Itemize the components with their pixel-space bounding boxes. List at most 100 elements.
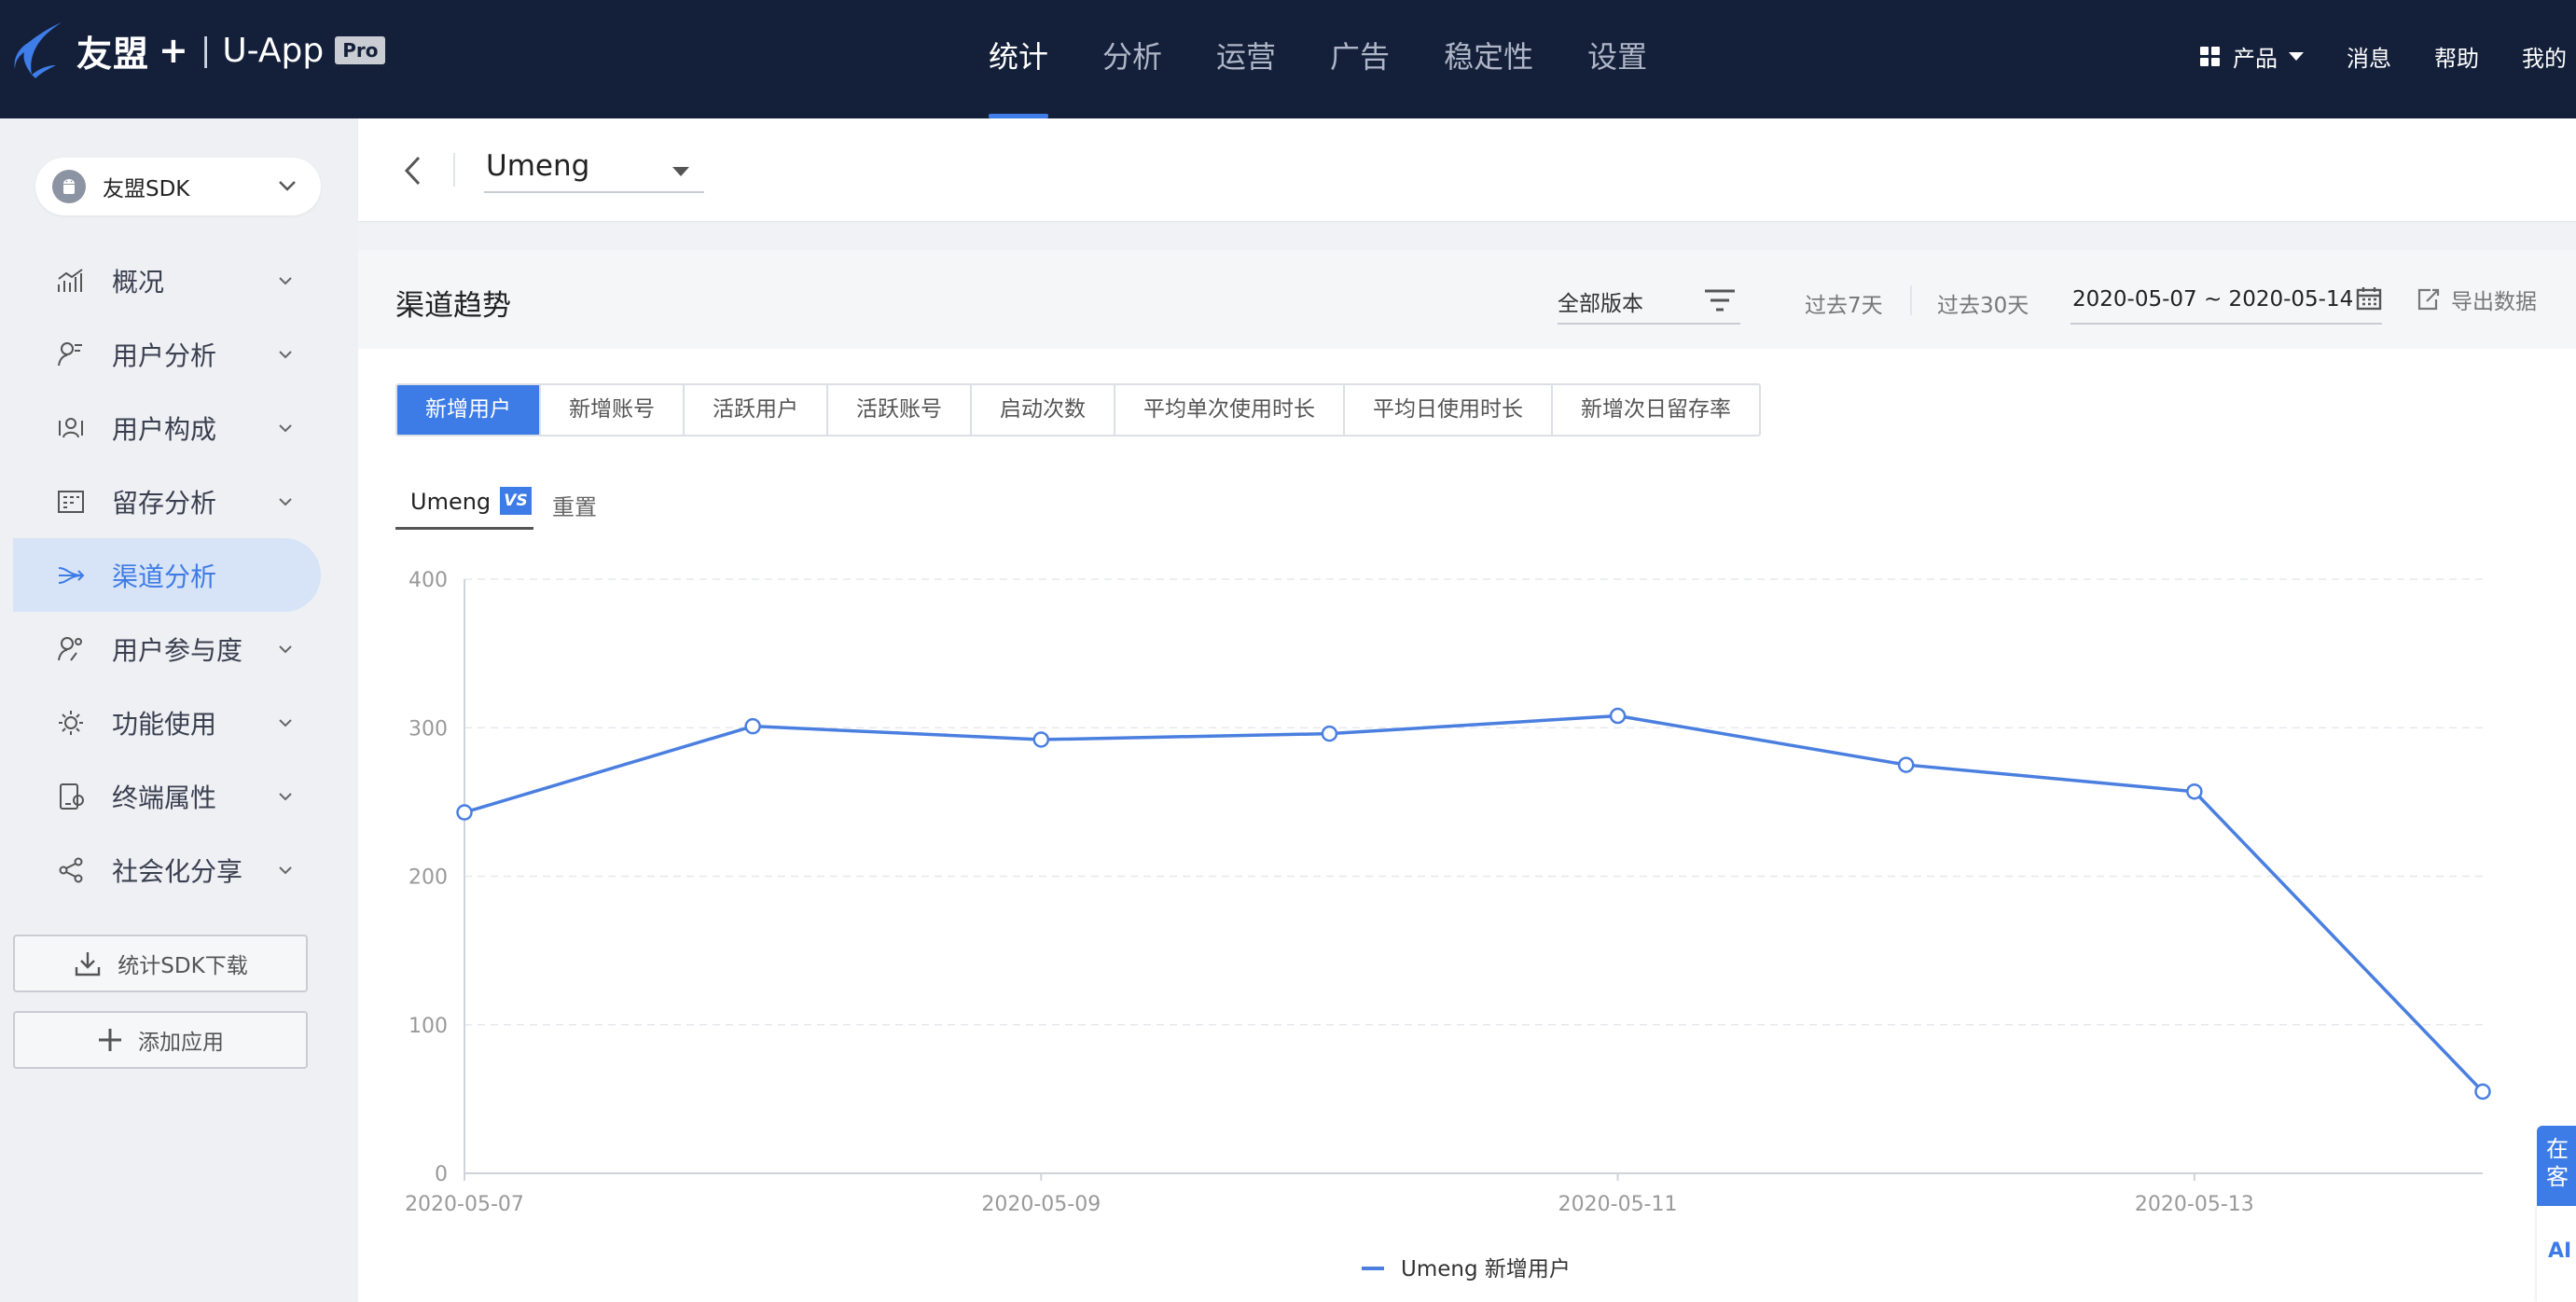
user-composition-icon: [59, 417, 83, 437]
calendar-icon: [2356, 287, 2382, 311]
chevron-down-icon: [279, 424, 292, 433]
divider: [453, 153, 455, 187]
sidebar-item-feature-usage[interactable]: 功能使用: [13, 686, 321, 759]
sidebar-item-user-composition[interactable]: 用户构成: [13, 391, 321, 464]
chevron-down-icon: [279, 498, 292, 506]
sidebar-item-social-share[interactable]: 社会化分享: [13, 833, 321, 907]
data-point: [1897, 756, 1915, 773]
tab-new-users[interactable]: 新增用户: [397, 385, 541, 435]
export-label: 导出数据: [2451, 290, 2537, 314]
compare-channel-label: Umeng: [410, 489, 492, 515]
sidebar-item-user-analysis[interactable]: 用户分析: [13, 317, 321, 391]
sidebar-item-label: 用户分析: [112, 339, 217, 371]
x-tick-label: 2020-05-11: [1558, 1193, 1678, 1216]
logo[interactable]: 友盟 + | U-App Pro: [13, 21, 386, 80]
tab-avg-daily-duration[interactable]: 平均日使用时长: [1345, 385, 1553, 435]
sidebar-item-device-attributes[interactable]: 终端属性: [13, 759, 321, 833]
channel-trend-panel: 渠道趋势 全部版本 过去7天 过去30天 2020-05-07 ~ 2020-0…: [358, 250, 2576, 1302]
mine-link[interactable]: 我的: [2522, 40, 2567, 73]
plus-icon: [99, 1029, 121, 1051]
messages-link[interactable]: 消息: [2347, 40, 2391, 73]
chevron-down-icon: [279, 645, 292, 654]
channel-select[interactable]: Umeng: [484, 146, 704, 193]
channel-header: Umeng: [358, 118, 2576, 221]
sidebar-item-label: 渠道分析: [112, 561, 217, 592]
chevron-down-icon: [279, 351, 292, 359]
nav-settings[interactable]: 设置: [1587, 0, 1647, 118]
nav-statistics[interactable]: 统计: [989, 0, 1049, 118]
series-line: [464, 713, 2485, 1093]
filter-icon: [1705, 289, 1735, 312]
sidebar-item-overview[interactable]: 概况: [13, 243, 321, 317]
tab-active-users[interactable]: 活跃用户: [685, 385, 828, 435]
tab-launches[interactable]: 启动次数: [972, 385, 1115, 435]
channel-icon: [58, 566, 85, 584]
sidebar-item-label: 社会化分享: [112, 855, 243, 887]
trend-icon: [58, 268, 83, 292]
sdk-download-button[interactable]: 统计SDK下载: [13, 935, 308, 992]
last-7-days-link[interactable]: 过去7天: [1805, 287, 1883, 319]
main-nav: 统计 分析 运营 广告 稳定性 设置: [989, 0, 1701, 118]
add-app-label: 添加应用: [138, 1031, 224, 1055]
tab-avg-session-duration[interactable]: 平均单次使用时长: [1115, 385, 1345, 435]
date-range-picker[interactable]: 2020-05-07 ~ 2020-05-14: [2070, 278, 2382, 325]
logo-text: 友盟: [76, 33, 150, 75]
nav-stability[interactable]: 稳定性: [1444, 0, 1533, 118]
nav-ads[interactable]: 广告: [1330, 0, 1390, 118]
online-service-tab[interactable]: 在客: [2537, 1126, 2576, 1206]
sidebar-item-label: 概况: [112, 266, 165, 298]
sidebar-item-label: 留存分析: [112, 487, 217, 519]
panel-header: 渠道趋势 全部版本 过去7天 过去30天 2020-05-07 ~ 2020-0…: [358, 250, 2576, 349]
metric-tabs: 新增用户 新增账号 活跃用户 活跃账号 启动次数 平均单次使用时长 平均日使用时…: [395, 383, 1761, 436]
compare-channel-tag[interactable]: Umeng VS: [395, 479, 533, 530]
tab-active-accounts[interactable]: 活跃账号: [828, 385, 972, 435]
sidebar-item-engagement[interactable]: 用户参与度: [13, 612, 321, 686]
android-icon: [52, 170, 86, 203]
customer-service-widget[interactable]: 在客 AI: [2537, 1126, 2576, 1302]
version-select-value: 全部版本: [1558, 292, 1643, 316]
chevron-down-icon: [279, 866, 292, 875]
y-tick-label: 100: [409, 1015, 448, 1038]
logo-app-name: U-App: [222, 31, 325, 70]
feature-icon: [59, 710, 83, 735]
logo-plus: +: [159, 30, 189, 71]
ai-assistant-tab[interactable]: AI: [2537, 1206, 2576, 1302]
sidebar-item-channel-analysis[interactable]: 渠道分析: [13, 538, 321, 612]
y-tick-label: 300: [409, 717, 448, 741]
app-selector[interactable]: 友盟SDK: [35, 158, 321, 215]
grid-icon: [2200, 46, 2220, 66]
export-data-button[interactable]: 导出数据: [2416, 284, 2537, 315]
reset-button[interactable]: 重置: [552, 489, 597, 521]
export-icon: [2417, 288, 2440, 311]
chevron-down-icon: [279, 181, 296, 191]
sidebar-item-retention[interactable]: 留存分析: [13, 464, 321, 538]
vs-icon[interactable]: VS: [500, 487, 532, 515]
nav-analysis[interactable]: 分析: [1102, 0, 1162, 118]
last-30-days-link[interactable]: 过去30天: [1937, 287, 2029, 319]
chevron-down-icon: [279, 277, 292, 285]
help-link[interactable]: 帮助: [2434, 40, 2479, 73]
y-tick-label: 0: [435, 1163, 448, 1186]
legend-label: Umeng 新增用户: [1401, 1257, 1571, 1281]
product-dropdown[interactable]: 产品: [2200, 40, 2304, 73]
sidebar-item-label: 终端属性: [112, 782, 217, 813]
data-point: [1609, 707, 1627, 725]
version-select[interactable]: 全部版本: [1558, 278, 1740, 325]
tab-new-accounts[interactable]: 新增账号: [541, 385, 685, 435]
divider: [1910, 285, 1912, 315]
data-point: [456, 804, 473, 821]
sidebar-item-label: 用户参与度: [112, 634, 243, 666]
caret-down-icon: [672, 167, 689, 176]
nav-operations[interactable]: 运营: [1216, 0, 1276, 118]
sidebar-menu: 概况 用户分析 用户构成 留存分析 渠道分析 用户参与度 功能使用 终端属性 社…: [13, 243, 321, 907]
data-point: [1321, 725, 1338, 742]
back-arrow-icon[interactable]: [395, 152, 433, 189]
y-tick-label: 200: [409, 866, 448, 890]
sdk-download-label: 统计SDK下载: [118, 954, 248, 978]
user-analysis-icon: [58, 341, 82, 366]
add-app-button[interactable]: 添加应用: [13, 1011, 308, 1069]
tab-next-day-retention[interactable]: 新增次日留存率: [1553, 385, 1759, 435]
x-tick-label: 2020-05-13: [2135, 1193, 2254, 1216]
sidebar: 友盟SDK 概况 用户分析 用户构成 留存分析 渠道分析 用户参与度 功能使用 …: [0, 118, 358, 1302]
top-right-menu: 产品 消息 帮助 我的: [2200, 0, 2576, 112]
